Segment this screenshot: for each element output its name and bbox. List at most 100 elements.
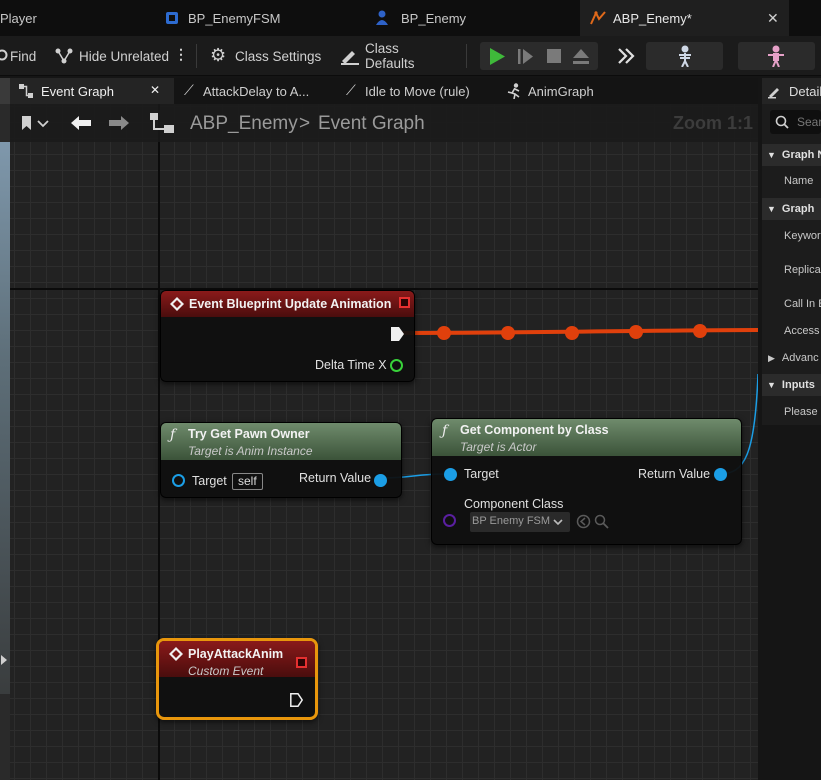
tab-label: AnimGraph [528, 83, 594, 99]
gear-icon: ⚙ [210, 45, 227, 65]
event-graph-canvas[interactable]: ABP_Enemy > Event Graph Zoom 1:1 Event B… [10, 104, 758, 780]
browse-search-icon[interactable] [594, 514, 609, 529]
skeleton-button[interactable] [646, 42, 723, 70]
tab-attackdelay-rule[interactable]: ⟋ AttackDelay to A... [178, 78, 338, 104]
step-icon[interactable] [518, 49, 533, 64]
tab-animgraph[interactable]: AnimGraph [502, 78, 652, 104]
event-diamond-icon [170, 297, 184, 311]
details-search-input[interactable]: Sear [770, 110, 821, 134]
graph-icon [19, 84, 33, 98]
pencil-icon [768, 88, 779, 99]
delegate-pin[interactable] [399, 297, 410, 308]
hide-unrelated-button[interactable]: Hide Unrelated ⋮ [52, 36, 188, 76]
doc-tab-abp-enemy[interactable]: ABP_Enemy* ✕ [580, 0, 789, 36]
stop-icon[interactable] [547, 49, 561, 63]
pin-label-target: Target [192, 474, 227, 488]
event-diamond-icon [169, 647, 183, 661]
class-settings-label: Class Settings [235, 48, 322, 64]
details-tab[interactable]: Detail [762, 78, 821, 104]
doc-tab-bp-enemyfsm[interactable]: BP_EnemyFSM [155, 0, 365, 36]
details-row-keywords: Keywor [784, 230, 821, 242]
tab-event-graph[interactable]: Event Graph ✕ [10, 78, 174, 104]
details-row-replication: Replica [784, 264, 821, 276]
document-tab-bar: Player BP_EnemyFSM BP_Enemy ABP_Enemy* ✕ [0, 0, 821, 36]
blueprint-toolbar: Find Hide Unrelated ⋮ ⚙ Class Settings C… [0, 36, 821, 76]
node-get-component-by-class[interactable]: ƒ Get Component by Class Target is Actor… [431, 418, 742, 545]
function-icon: ƒ [170, 427, 176, 443]
doc-tab-label: BP_EnemyFSM [188, 10, 281, 26]
pin-label-return: Return Value [638, 467, 711, 481]
details-empty-area [762, 425, 821, 780]
skeleton-icon [679, 45, 691, 67]
mesh-icon [768, 45, 784, 67]
details-row-please: Please [784, 406, 818, 418]
play-icon[interactable] [489, 48, 505, 65]
node-title: Event Blueprint Update Animation [189, 297, 392, 311]
tab-label: Idle to Move (rule) [365, 83, 470, 99]
close-icon[interactable]: ✕ [767, 10, 779, 27]
exec-out-pin[interactable] [290, 693, 303, 707]
tab-label: Event Graph [41, 83, 114, 99]
class-settings-button[interactable]: ⚙ Class Settings [210, 36, 322, 76]
details-row-access: Access [784, 325, 820, 337]
find-icon [0, 49, 8, 61]
doc-tab-bp-enemy[interactable]: BP_Enemy [367, 0, 577, 36]
component-class-dropdown[interactable]: BP Enemy FSM [470, 512, 570, 532]
details-row-name: Name [784, 175, 814, 187]
pawn-icon [376, 10, 388, 25]
node-event-update-animation[interactable]: Event Blueprint Update Animation Delta T… [160, 290, 415, 382]
find-label: Find [10, 48, 37, 64]
more-options-icon[interactable]: ⋮ [174, 46, 188, 63]
viewport-preview [0, 142, 10, 694]
viewport-top [0, 78, 10, 104]
node-play-attack-anim[interactable]: PlayAttackAnim Custom Event [156, 638, 318, 720]
eject-icon[interactable] [573, 49, 589, 64]
target-pin[interactable] [444, 468, 457, 481]
return-value-pin[interactable] [714, 468, 727, 481]
node-title: Get Component by Class [460, 423, 609, 437]
toolbar-divider [466, 44, 467, 68]
mesh-button[interactable] [738, 42, 815, 70]
details-row-call-in-editor: Call In E [784, 298, 821, 310]
hide-unrelated-label: Hide Unrelated [79, 48, 170, 64]
search-placeholder: Sear [797, 115, 821, 129]
hide-unrelated-icon [55, 48, 73, 64]
tab-idle-to-move[interactable]: ⟋ Idle to Move (rule) [340, 78, 500, 104]
class-defaults-label: Class Defaults [365, 41, 415, 71]
exec-out-pin[interactable] [391, 327, 404, 341]
details-panel: Detail Sear ▼ Graph N Name ▼ Graph Keywor … [762, 78, 821, 780]
toolbar-divider [196, 44, 197, 68]
dropdown-value: BP Enemy FSM [472, 515, 551, 527]
details-section-inputs[interactable]: ▼ Inputs [762, 374, 821, 396]
find-button[interactable]: Find [0, 36, 44, 76]
node-title: PlayAttackAnim [188, 647, 284, 661]
details-title: Detail [789, 83, 821, 99]
anim-blueprint-icon [590, 11, 606, 25]
pin-label-target: Target [464, 467, 499, 481]
more-chevron-icon[interactable] [617, 47, 635, 65]
expand-arrow-icon[interactable] [0, 654, 8, 666]
transition-rule-icon: ⟋ [184, 82, 194, 98]
search-icon [775, 115, 789, 129]
doc-tab-label: ABP_Enemy* [613, 10, 692, 26]
details-section-graph-name[interactable]: ▼ Graph N [762, 144, 821, 166]
delegate-pin[interactable] [296, 657, 307, 668]
target-pin[interactable] [172, 474, 185, 487]
doc-tab-player[interactable]: Player [0, 0, 150, 36]
details-section-graph[interactable]: ▼ Graph [762, 198, 821, 220]
return-value-pin[interactable] [374, 474, 387, 487]
node-try-get-pawn-owner[interactable]: ƒ Try Get Pawn Owner Target is Anim Inst… [160, 422, 402, 498]
target-self-field[interactable]: self [232, 473, 263, 490]
viewport-edge [0, 78, 10, 780]
use-selected-icon[interactable] [576, 514, 591, 529]
details-row-advanced[interactable]: ▶ Advanc [762, 347, 821, 369]
float-pin[interactable] [390, 359, 403, 372]
class-defaults-icon [341, 51, 359, 65]
blueprint-component-icon [166, 12, 178, 24]
tab-label: AttackDelay to A... [203, 83, 310, 99]
class-pin[interactable] [443, 514, 456, 527]
close-icon[interactable]: ✕ [150, 83, 160, 97]
graph-tab-bar: Event Graph ✕ ⟋ AttackDelay to A... ⟋ Id… [10, 78, 758, 104]
function-icon: ƒ [442, 423, 448, 439]
class-defaults-button[interactable]: Class Defaults [340, 36, 452, 76]
